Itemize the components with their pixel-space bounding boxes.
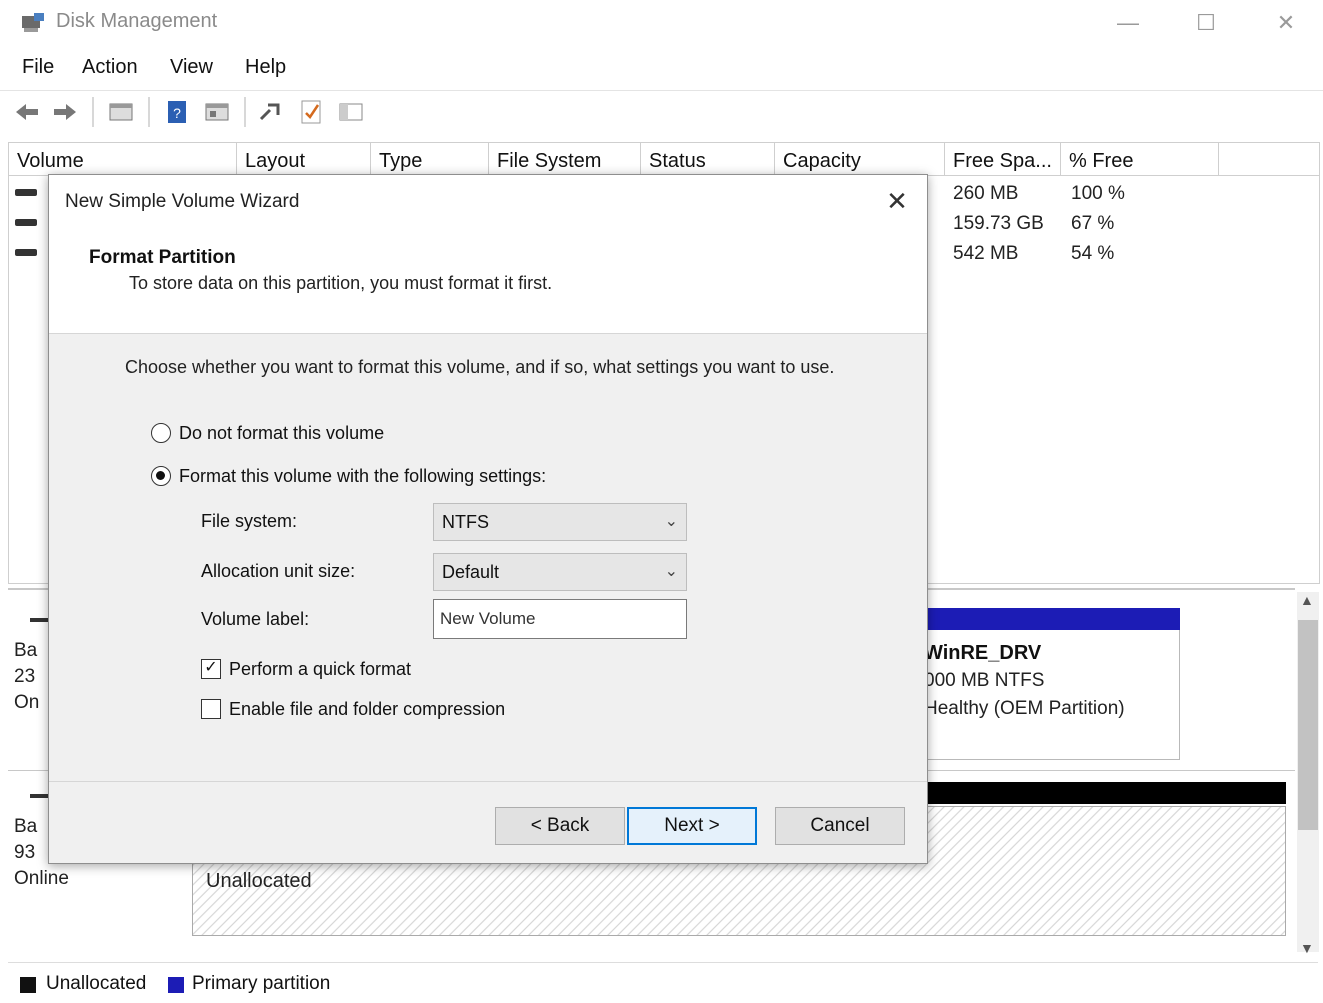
disk0-name: Ba: [14, 640, 38, 661]
no-format-radio[interactable]: [151, 423, 171, 443]
column-layout[interactable]: Layout: [237, 143, 371, 175]
disk1-icon: [30, 794, 48, 798]
free-space-cell: 260 MB: [953, 183, 1019, 204]
menu-action[interactable]: Action: [82, 56, 138, 79]
connect-icon[interactable]: [258, 99, 284, 125]
column-status[interactable]: Status: [641, 143, 775, 175]
partition-status: Healthy (OEM Partition): [924, 698, 1125, 719]
menu-bar: File Action View Help: [0, 50, 1323, 88]
chevron-down-icon: ⌄: [664, 513, 678, 530]
compression-checkbox[interactable]: [201, 699, 221, 719]
disk0-icon: [30, 618, 48, 622]
wizard-title: New Simple Volume Wizard: [65, 191, 300, 212]
disk1-name: Ba: [14, 816, 38, 837]
percent-free-cell: 67 %: [1071, 213, 1115, 234]
quick-format-label[interactable]: Perform a quick format: [229, 659, 411, 680]
check-icon[interactable]: [298, 99, 324, 125]
disk1-size: 93: [14, 842, 36, 863]
forward-arrow-icon[interactable]: [52, 99, 78, 125]
svg-text:?: ?: [173, 105, 181, 121]
column-volume[interactable]: Volume: [9, 143, 237, 175]
list-header: Volume Layout Type File System Status Ca…: [9, 143, 1319, 176]
back-button[interactable]: < Back: [495, 807, 625, 845]
chevron-down-icon: ⌄: [664, 563, 678, 580]
disk-management-icon: [22, 13, 44, 32]
menu-view[interactable]: View: [170, 56, 213, 79]
menu-file[interactable]: File: [22, 56, 54, 79]
column-type[interactable]: Type: [371, 143, 489, 175]
minimize-button[interactable]: —: [1098, 6, 1158, 40]
volume-row-icon: [15, 189, 37, 196]
primary-partition-band: [920, 608, 1180, 630]
compression-label[interactable]: Enable file and folder compression: [229, 699, 505, 720]
volume-row-icon: [15, 219, 37, 226]
back-arrow-icon[interactable]: [14, 99, 40, 125]
allocation-unit-label: Allocation unit size:: [201, 561, 356, 581]
column-percent-free[interactable]: % Free: [1061, 143, 1219, 175]
cancel-button[interactable]: Cancel: [775, 807, 905, 845]
scrollbar-thumb[interactable]: [1298, 620, 1318, 830]
unallocated-band: [920, 782, 1286, 804]
scroll-up-icon[interactable]: ▲: [1300, 592, 1314, 608]
new-simple-volume-wizard: New Simple Volume Wizard ✕ Format Partit…: [48, 174, 928, 864]
wizard-instruction: Choose whether you want to format this v…: [125, 357, 835, 377]
quick-format-checkbox[interactable]: ✓: [201, 659, 221, 679]
wizard-footer-divider: [49, 781, 927, 782]
free-space-cell: 542 MB: [953, 243, 1019, 264]
legend-label-unallocated: Unallocated: [46, 973, 147, 994]
title-bar: Disk Management — ☐ ✕: [0, 0, 1323, 46]
disk0-status: On: [14, 692, 40, 713]
no-format-label[interactable]: Do not format this volume: [179, 423, 384, 444]
free-space-cell: 159.73 GB: [953, 213, 1044, 234]
file-system-label: File system:: [201, 511, 298, 531]
allocation-unit-select[interactable]: Default ⌄: [433, 553, 687, 591]
wizard-close-button[interactable]: ✕: [879, 185, 915, 217]
legend: Unallocated Primary partition: [8, 962, 1318, 1003]
percent-free-cell: 100 %: [1071, 183, 1125, 204]
allocation-unit-value: Default: [442, 562, 500, 582]
menu-help[interactable]: Help: [245, 56, 286, 79]
format-radio[interactable]: [151, 466, 171, 486]
legend-swatch-unallocated: [20, 977, 36, 993]
toolbar: ?: [0, 90, 1323, 135]
wizard-heading: Format Partition: [89, 247, 236, 268]
properties-icon[interactable]: [204, 99, 230, 125]
column-free-space[interactable]: Free Spa...: [945, 143, 1061, 175]
format-label[interactable]: Format this volume with the following se…: [179, 466, 546, 487]
scroll-down-icon[interactable]: ▼: [1300, 940, 1314, 956]
wizard-subheading: To store data on this partition, you mus…: [129, 273, 553, 293]
volume-label-label: Volume label:: [201, 609, 310, 629]
window-title: Disk Management: [56, 10, 218, 32]
column-capacity[interactable]: Capacity: [775, 143, 945, 175]
column-file-system[interactable]: File System: [489, 143, 641, 175]
partition-size: 000 MB NTFS: [924, 670, 1045, 691]
unallocated-label: Unallocated: [206, 870, 312, 892]
next-button[interactable]: Next >: [627, 807, 757, 845]
wizard-header: New Simple Volume Wizard ✕ Format Partit…: [49, 175, 927, 334]
legend-label-primary: Primary partition: [192, 973, 331, 994]
disk-list-icon[interactable]: [108, 99, 134, 125]
percent-free-cell: 54 %: [1071, 243, 1115, 264]
maximize-button[interactable]: ☐: [1176, 6, 1236, 40]
console-icon[interactable]: [338, 99, 364, 125]
partition-name: WinRE_DRV: [924, 642, 1042, 664]
disk1-status: Online: [14, 868, 69, 889]
disk0-size: 23: [14, 666, 36, 687]
file-system-value: NTFS: [442, 512, 489, 532]
volume-row-icon: [15, 249, 37, 256]
volume-label-input[interactable]: [433, 599, 687, 639]
legend-swatch-primary: [168, 977, 184, 993]
file-system-select[interactable]: NTFS ⌄: [433, 503, 687, 541]
close-button[interactable]: ✕: [1256, 6, 1316, 40]
help-icon[interactable]: ?: [164, 99, 190, 125]
